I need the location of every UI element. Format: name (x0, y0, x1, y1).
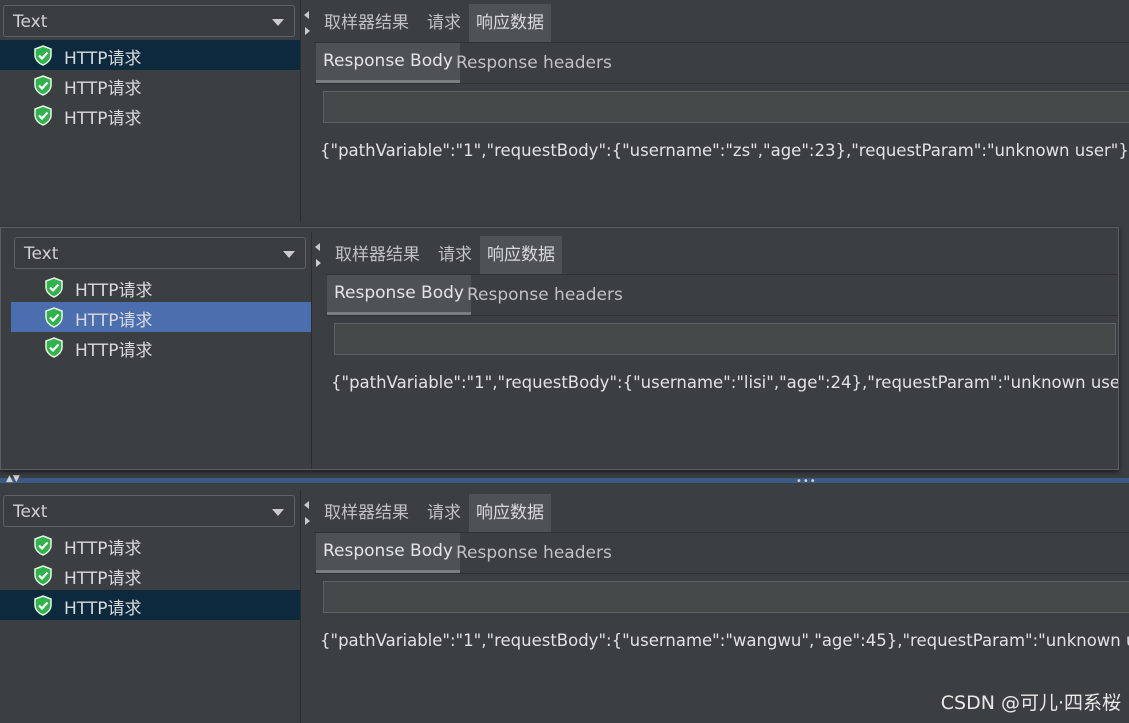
check-shield-icon (34, 565, 52, 586)
sample-item[interactable]: HTTP请求 (0, 530, 300, 560)
result-panel-2: Text HTTP请求 HTTP请求 HTTP请求 取样器结果 请求 响应数据 … (0, 227, 1119, 470)
sample-item[interactable]: HTTP请求 (0, 70, 300, 100)
check-shield-icon (34, 535, 52, 556)
renderer-dropdown[interactable]: Text (14, 237, 306, 269)
split-pane-divider[interactable] (300, 0, 314, 222)
collapse-left-icon[interactable] (304, 11, 309, 19)
sample-item-label: HTTP请求 (64, 569, 142, 589)
sample-item-label: HTTP请求 (75, 341, 153, 361)
tab-response-body[interactable]: Response Body (316, 43, 460, 83)
check-shield-icon (34, 75, 52, 96)
horizontal-split-divider[interactable]: ▲▼ ••• (0, 474, 1129, 487)
search-input[interactable] (323, 91, 1129, 123)
expand-right-icon[interactable] (305, 27, 310, 35)
sample-item-label: HTTP请求 (64, 539, 142, 559)
collapse-left-icon[interactable] (304, 501, 309, 509)
renderer-dropdown-value: Text (13, 12, 48, 32)
sample-tree: HTTP请求 HTTP请求 HTTP请求 (0, 40, 300, 130)
result-tabs: 取样器结果 请求 响应数据 (325, 236, 1118, 275)
split-pane-divider[interactable] (300, 490, 314, 723)
sample-item[interactable]: HTTP请求 (0, 40, 300, 70)
sample-item-label: HTTP请求 (64, 599, 142, 619)
sample-item[interactable]: HTTP请求 (11, 332, 311, 362)
check-shield-icon (34, 45, 52, 66)
drag-handle-icon[interactable]: ••• (796, 476, 817, 487)
check-shield-icon (34, 105, 52, 126)
result-detail-pane: 取样器结果 请求 响应数据 Response Body Response hea… (314, 0, 1129, 222)
sample-list-pane: Text HTTP请求 HTTP请求 HTTP请求 (0, 490, 300, 723)
chevron-down-icon (283, 251, 295, 258)
tab-sampler-result[interactable]: 取样器结果 (328, 236, 427, 274)
chevron-down-icon (272, 19, 284, 26)
sample-item[interactable]: HTTP请求 (0, 590, 300, 620)
sample-item-label: HTTP请求 (64, 109, 142, 129)
expand-right-icon[interactable] (316, 259, 321, 267)
response-body-text: {"pathVariable":"1","requestBody":{"user… (320, 631, 1129, 650)
sample-item[interactable]: HTTP请求 (0, 560, 300, 590)
response-body-text: {"pathVariable":"1","requestBody":{"user… (320, 141, 1129, 160)
sample-tree: HTTP请求 HTTP请求 HTTP请求 (0, 530, 300, 620)
response-body-text: {"pathVariable":"1","requestBody":{"user… (331, 373, 1119, 392)
tab-request[interactable]: 请求 (420, 4, 468, 42)
sample-item-label: HTTP请求 (64, 79, 142, 99)
tab-response-data[interactable]: 响应数据 (480, 236, 562, 274)
response-subtabs: Response Body Response headers (314, 533, 1129, 574)
check-shield-icon (45, 277, 63, 298)
collapse-left-icon[interactable] (315, 243, 320, 251)
tab-response-data[interactable]: 响应数据 (469, 494, 551, 532)
collapse-arrows-icon[interactable]: ▲▼ (6, 474, 20, 484)
sample-item[interactable]: HTTP请求 (11, 302, 311, 332)
sample-item-label: HTTP请求 (75, 311, 153, 331)
tab-response-headers[interactable]: Response headers (449, 533, 619, 573)
response-subtabs: Response Body Response headers (325, 275, 1118, 316)
tab-response-headers[interactable]: Response headers (460, 275, 630, 315)
renderer-dropdown[interactable]: Text (3, 495, 295, 527)
sample-tree: HTTP请求 HTTP请求 HTTP请求 (11, 272, 311, 362)
sample-item-label: HTTP请求 (75, 281, 153, 301)
result-panel-1: Text HTTP请求 HTTP请求 HTTP请求 取样器结果 请求 响应数据 … (0, 0, 1129, 222)
result-detail-pane: 取样器结果 请求 响应数据 Response Body Response hea… (325, 232, 1118, 469)
sample-item-label: HTTP请求 (64, 49, 142, 69)
sample-item[interactable]: HTTP请求 (11, 272, 311, 302)
sample-item[interactable]: HTTP请求 (0, 100, 300, 130)
tab-response-data[interactable]: 响应数据 (469, 4, 551, 42)
sample-list-pane: Text HTTP请求 HTTP请求 HTTP请求 (11, 232, 311, 469)
tab-request[interactable]: 请求 (420, 494, 468, 532)
tab-sampler-result[interactable]: 取样器结果 (317, 4, 416, 42)
tab-request[interactable]: 请求 (431, 236, 479, 274)
result-tabs: 取样器结果 请求 响应数据 (314, 494, 1129, 533)
renderer-dropdown-value: Text (13, 502, 48, 522)
tab-response-headers[interactable]: Response headers (449, 43, 619, 83)
tab-response-body[interactable]: Response Body (327, 275, 471, 315)
check-shield-icon (45, 337, 63, 358)
check-shield-icon (45, 307, 63, 328)
expand-right-icon[interactable] (305, 517, 310, 525)
renderer-dropdown[interactable]: Text (3, 5, 295, 37)
search-input[interactable] (323, 581, 1129, 613)
chevron-down-icon (272, 509, 284, 516)
response-subtabs: Response Body Response headers (314, 43, 1129, 84)
split-pane-divider[interactable] (311, 232, 325, 469)
renderer-dropdown-value: Text (24, 244, 59, 264)
result-tabs: 取样器结果 请求 响应数据 (314, 4, 1129, 43)
check-shield-icon (34, 595, 52, 616)
search-input[interactable] (334, 323, 1116, 355)
sample-list-pane: Text HTTP请求 HTTP请求 HTTP请求 (0, 0, 300, 222)
tab-response-body[interactable]: Response Body (316, 533, 460, 573)
watermark: CSDN @可儿·四系桜 (940, 692, 1121, 714)
tab-sampler-result[interactable]: 取样器结果 (317, 494, 416, 532)
